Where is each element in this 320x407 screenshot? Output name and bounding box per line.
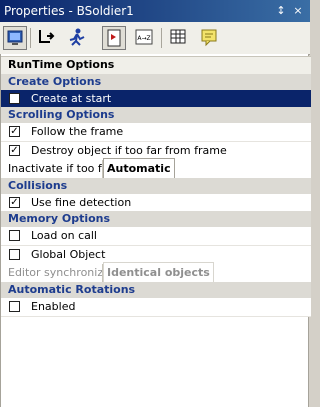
grid-button[interactable]	[167, 26, 191, 50]
property-grid: RunTime Options Create Options Create at…	[0, 54, 311, 407]
sort-button[interactable]: A→Z	[133, 26, 157, 50]
monitor-icon	[7, 30, 23, 45]
svg-text:A→Z: A→Z	[137, 35, 150, 42]
category-memory-options[interactable]: Memory Options	[1, 211, 311, 227]
movement-icon	[39, 30, 55, 43]
destroy-far-checkbox[interactable]: ✓	[9, 145, 20, 156]
property-enabled[interactable]: Enabled	[1, 298, 311, 317]
document-button[interactable]	[102, 26, 126, 50]
grid-icon	[170, 29, 186, 44]
inactivate-far-value[interactable]: Automatic	[103, 158, 175, 179]
property-inactivate-far[interactable]: Inactivate if too far from window Automa…	[1, 158, 311, 179]
az-sort-icon: A→Z	[135, 29, 153, 45]
global-object-checkbox[interactable]	[9, 249, 20, 260]
property-editor-sync[interactable]: Editor synchronization Identical objects	[1, 262, 311, 283]
category-collisions[interactable]: Collisions	[1, 178, 311, 194]
enabled-checkbox[interactable]	[9, 301, 20, 312]
load-on-call-checkbox[interactable]	[9, 230, 20, 241]
follow-frame-checkbox[interactable]: ✓	[9, 126, 20, 137]
toolbar: A→Z	[0, 22, 310, 55]
section-header: RunTime Options	[1, 56, 311, 75]
editor-sync-value[interactable]: Identical objects	[103, 262, 214, 283]
fine-detection-checkbox[interactable]: ✓	[9, 197, 20, 208]
running-man-icon	[69, 28, 85, 46]
property-follow-frame[interactable]: ✓ Follow the frame	[1, 123, 311, 142]
comment-button[interactable]	[198, 26, 222, 50]
property-load-on-call[interactable]: Load on call	[1, 227, 311, 246]
create-at-start-checkbox[interactable]	[9, 93, 20, 104]
category-create-options[interactable]: Create Options	[1, 74, 311, 90]
toolbar-separator	[30, 28, 31, 48]
runtime-button[interactable]	[66, 26, 90, 50]
toolbar-separator	[161, 28, 162, 48]
close-button[interactable]: ×	[291, 3, 305, 18]
document-icon	[107, 29, 121, 47]
pin-button[interactable]: ↕	[274, 3, 288, 18]
category-scrolling-options[interactable]: Scrolling Options	[1, 107, 311, 123]
category-automatic-rotations[interactable]: Automatic Rotations	[1, 282, 311, 298]
movement-button[interactable]	[35, 26, 59, 50]
comment-icon	[201, 29, 217, 47]
window-title: Properties - BSoldier1	[4, 4, 134, 18]
title-bar: Properties - BSoldier1 ↕ ×	[0, 0, 310, 22]
monitor-button[interactable]	[3, 26, 27, 50]
